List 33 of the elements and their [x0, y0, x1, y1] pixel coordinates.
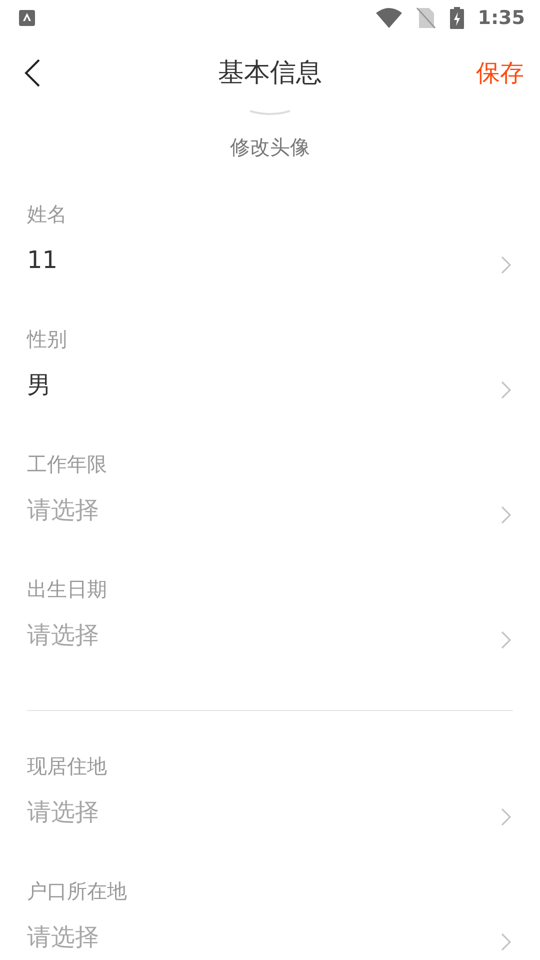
chevron-right-icon [501, 506, 511, 524]
field-label: 现居住地 [27, 754, 107, 778]
form-row[interactable]: 姓名 11 [0, 195, 540, 320]
field-placeholder: 请选择 [27, 495, 100, 526]
form-row[interactable]: 工作年限 请选择 [0, 445, 540, 570]
status-time: 1:35 [478, 6, 525, 31]
chevron-right-icon [501, 808, 511, 826]
field-label: 性别 [27, 327, 67, 351]
chevron-right-icon [501, 933, 511, 951]
save-button[interactable]: 保存 [476, 55, 524, 91]
field-placeholder: 请选择 [27, 620, 100, 651]
form-row[interactable]: 出生日期 请选择 [0, 570, 540, 695]
form-row[interactable]: 性别 男 [0, 320, 540, 445]
field-label: 出生日期 [27, 577, 107, 601]
field-value: 11 [27, 245, 59, 276]
field-label: 工作年限 [27, 452, 107, 476]
page-title: 基本信息 [218, 56, 322, 90]
field-placeholder: 请选择 [27, 797, 100, 828]
field-label: 户口所在地 [27, 879, 127, 903]
field-value: 男 [27, 370, 52, 401]
back-button[interactable] [24, 59, 40, 87]
form-row[interactable]: 户口所在地 请选择 [0, 872, 540, 960]
chevron-right-icon [501, 381, 511, 399]
chevron-right-icon [501, 256, 511, 274]
wifi-icon [376, 8, 402, 28]
field-label: 姓名 [27, 202, 67, 226]
form-row[interactable]: 现居住地 请选择 [0, 747, 540, 872]
no-sim-icon [416, 7, 436, 29]
keyboard-notification-icon [19, 10, 35, 26]
chevron-right-icon [501, 631, 511, 649]
change-avatar-link[interactable]: 修改头像 [230, 133, 310, 161]
field-placeholder: 请选择 [27, 922, 100, 953]
battery-charging-icon [450, 7, 464, 29]
